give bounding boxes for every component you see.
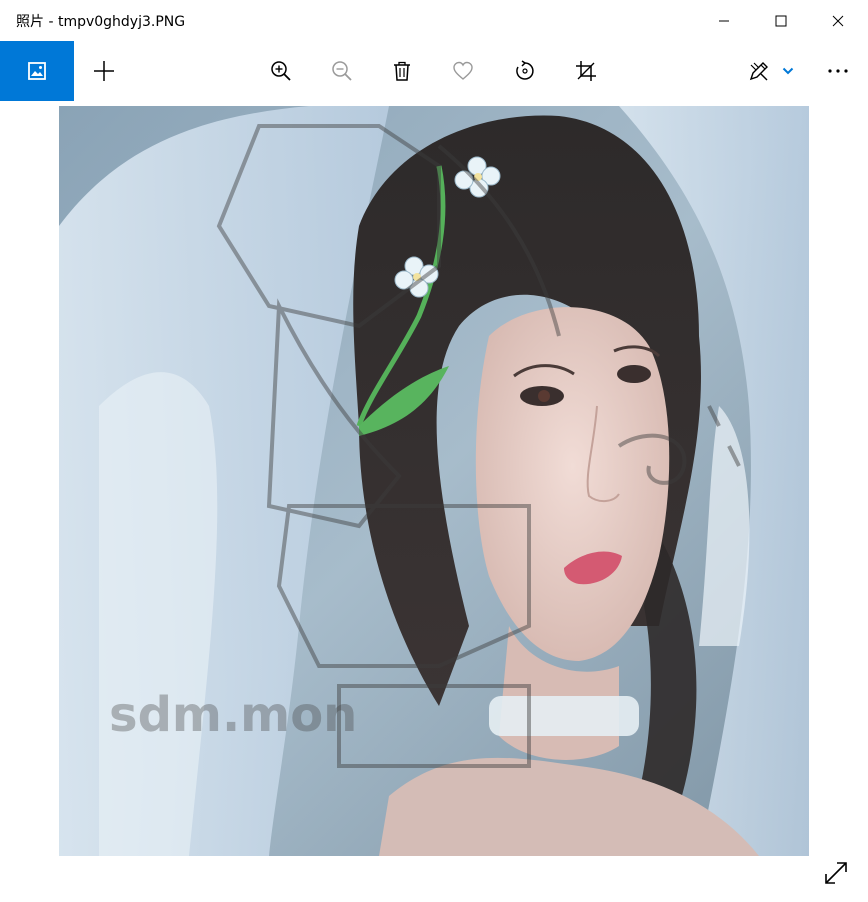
crop-button[interactable] <box>560 41 612 101</box>
edit-dropdown-button[interactable] <box>774 41 802 101</box>
collection-button[interactable] <box>0 41 74 101</box>
maximize-icon <box>775 15 787 26</box>
add-button[interactable] <box>78 41 130 101</box>
delete-button[interactable] <box>376 41 428 101</box>
full-screen-button[interactable] <box>818 855 854 891</box>
photo-icon <box>28 62 46 80</box>
favorite-button[interactable] <box>437 41 489 101</box>
minimize-icon <box>719 20 729 21</box>
zoom-in-button[interactable] <box>255 41 307 101</box>
close-icon <box>832 15 844 26</box>
crop-icon <box>576 61 596 81</box>
expand-icon <box>825 862 847 884</box>
chevron-down-icon <box>782 67 794 75</box>
photo-watermark-text: sdm.mon <box>109 687 357 743</box>
zoom-out-icon <box>332 61 352 81</box>
add-icon <box>94 61 114 81</box>
photo-image: sdm.mon <box>59 106 809 856</box>
zoom-out-button[interactable] <box>316 41 368 101</box>
maximize-button[interactable] <box>754 0 808 41</box>
rotate-icon <box>516 60 534 80</box>
edit-draw-icon <box>749 62 768 81</box>
title-bar: 照片 - tmpv0ghdyj3.PNG <box>0 0 868 41</box>
minimize-button[interactable] <box>697 0 751 41</box>
zoom-in-icon <box>271 61 291 81</box>
rotate-button[interactable] <box>499 41 551 101</box>
displayed-photo[interactable]: sdm.mon <box>59 106 809 856</box>
delete-icon <box>394 61 410 81</box>
heart-icon <box>453 61 473 80</box>
more-icon <box>828 69 848 73</box>
more-button[interactable] <box>812 41 864 101</box>
toolbar <box>0 41 868 101</box>
window-title: 照片 - tmpv0ghdyj3.PNG <box>16 14 186 30</box>
image-viewer: sdm.mon <box>0 101 868 902</box>
close-button[interactable] <box>811 0 865 41</box>
